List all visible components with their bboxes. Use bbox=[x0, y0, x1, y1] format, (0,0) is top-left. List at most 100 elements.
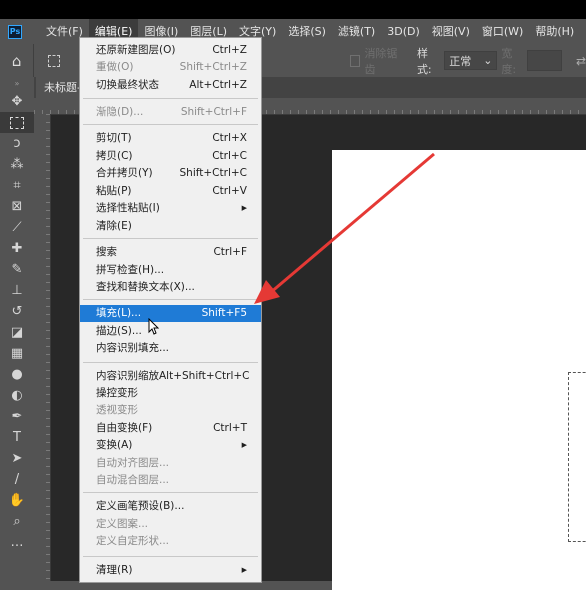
hand-tool-icon[interactable]: ✋ bbox=[0, 490, 34, 511]
menu-item-label: 自动对齐图层... bbox=[96, 457, 170, 469]
submenu-arrow-icon: ▶ bbox=[241, 204, 247, 212]
menu-item-label: 内容识别填充... bbox=[96, 342, 170, 354]
photoshop-logo-icon: Ps bbox=[8, 24, 22, 39]
menu-item-purge[interactable]: 清理(R) ▶ bbox=[80, 562, 261, 579]
gradient-tool-icon[interactable]: ▦ bbox=[0, 343, 34, 364]
menu-item-shortcut: Ctrl+Z bbox=[212, 44, 247, 56]
blur-tool-icon[interactable]: ● bbox=[0, 364, 34, 385]
menu-item-shortcut: Shift+Ctrl+C bbox=[179, 167, 247, 179]
menu-item-undo[interactable]: 还原新建图层(O) Ctrl+Z bbox=[80, 42, 261, 59]
menu-item-clear[interactable]: 清除(E) bbox=[80, 218, 261, 235]
style-select[interactable]: 正常 ⌄ bbox=[444, 51, 498, 70]
menu-item-content-aware-scale[interactable]: 内容识别缩放 Alt+Shift+Ctrl+C bbox=[80, 368, 261, 385]
menu-item-copy[interactable]: 拷贝(C) Ctrl+C bbox=[80, 148, 261, 165]
history-brush-tool-icon[interactable]: ↺ bbox=[0, 301, 34, 322]
panel-collapse-icon[interactable]: » bbox=[0, 77, 34, 91]
document-canvas[interactable] bbox=[332, 150, 586, 590]
menu-item-puppet-warp[interactable]: 操控变形 bbox=[80, 385, 261, 402]
menu-item-free-transform[interactable]: 自由变换(F) Ctrl+T bbox=[80, 420, 261, 437]
width-input[interactable] bbox=[526, 50, 562, 71]
menu-help[interactable]: 帮助(H) bbox=[529, 19, 580, 44]
menu-item-copy-merged[interactable]: 合并拷贝(Y) Shift+Ctrl+C bbox=[80, 165, 261, 182]
frame-tool-icon[interactable]: ⊠ bbox=[0, 196, 34, 217]
menu-item-cut[interactable]: 剪切(T) Ctrl+X bbox=[80, 130, 261, 147]
menu-item-label: 渐隐(D)... bbox=[96, 106, 144, 118]
menu-item-find-replace[interactable]: 查找和替换文本(X)... bbox=[80, 279, 261, 296]
menu-item-stroke[interactable]: 描边(S)... bbox=[80, 323, 261, 340]
menu-item-toggle-last-state[interactable]: 切换最终状态 Alt+Ctrl+Z bbox=[80, 77, 261, 94]
path-selection-tool-icon[interactable]: ➤ bbox=[0, 448, 34, 469]
brush-tool-icon[interactable]: ✎ bbox=[0, 259, 34, 280]
menu-select[interactable]: 选择(S) bbox=[282, 19, 332, 44]
menu-separator bbox=[83, 238, 258, 239]
menu-item-label: 自动混合图层... bbox=[96, 474, 170, 486]
menu-view[interactable]: 视图(V) bbox=[426, 19, 476, 44]
menu-item-label: 定义画笔预设(B)... bbox=[96, 500, 185, 512]
type-tool-icon[interactable]: T bbox=[0, 427, 34, 448]
menu-item-label: 切换最终状态 bbox=[96, 79, 159, 91]
pen-tool-icon[interactable]: ✒ bbox=[0, 406, 34, 427]
menu-item-paste-special[interactable]: 选择性粘贴(I) ▶ bbox=[80, 200, 261, 217]
menu-item-label: 定义图案... bbox=[96, 518, 149, 530]
menu-item-shortcut: Shift+F5 bbox=[201, 307, 247, 319]
style-label: 样式: bbox=[416, 46, 432, 76]
submenu-arrow-icon: ▶ bbox=[241, 566, 247, 574]
menu-item-shortcut: Ctrl+C bbox=[212, 150, 247, 162]
lasso-tool-icon[interactable]: ↄ bbox=[0, 133, 34, 154]
zoom-tool-icon[interactable]: ⌕ bbox=[0, 511, 34, 532]
swap-dimensions-icon[interactable]: ⇄ bbox=[576, 54, 586, 68]
menu-item-label: 自由变换(F) bbox=[96, 422, 153, 434]
menu-separator bbox=[83, 556, 258, 557]
tools-panel: » ✥ ↄ ⁂ ⌗ ⊠ ⟋ ✚ ✎ ⊥ ↺ ◪ ▦ ● ◐ ✒ T ➤ / ✋ … bbox=[0, 77, 35, 581]
width-label: 宽度: bbox=[501, 46, 517, 76]
menu-item-define-brush-preset[interactable]: 定义画笔预设(B)... bbox=[80, 498, 261, 515]
edit-menu-dropdown: 还原新建图层(O) Ctrl+Z 重做(O) Shift+Ctrl+Z 切换最终状态 Al… bbox=[79, 37, 262, 583]
menu-separator bbox=[83, 98, 258, 99]
line-tool-icon[interactable]: / bbox=[0, 469, 34, 490]
menu-item-auto-align-layers: 自动对齐图层... bbox=[80, 455, 261, 472]
menu-item-shortcut: Alt+Shift+Ctrl+C bbox=[159, 370, 250, 382]
healing-brush-tool-icon[interactable]: ✚ bbox=[0, 238, 34, 259]
menu-item-label: 粘贴(P) bbox=[96, 185, 132, 197]
menu-item-shortcut: Ctrl+F bbox=[213, 246, 247, 258]
menu-item-label: 重做(O) bbox=[96, 61, 134, 73]
menu-item-label: 透视变形 bbox=[96, 404, 138, 416]
dodge-tool-icon[interactable]: ◐ bbox=[0, 385, 34, 406]
crop-tool-icon[interactable]: ⌗ bbox=[0, 175, 34, 196]
submenu-arrow-icon: ▶ bbox=[241, 441, 247, 449]
menu-item-spell-check[interactable]: 拼写检查(H)... bbox=[80, 262, 261, 279]
menu-item-content-aware-fill[interactable]: 内容识别填充... bbox=[80, 340, 261, 357]
home-icon: ⌂ bbox=[11, 51, 22, 70]
clone-stamp-tool-icon[interactable]: ⊥ bbox=[0, 280, 34, 301]
menu-item-label: 拼写检查(H)... bbox=[96, 264, 165, 276]
menu-item-label: 选择性粘贴(I) bbox=[96, 202, 160, 214]
menu-filter[interactable]: 滤镜(T) bbox=[332, 19, 381, 44]
menu-item-fill[interactable]: 填充(L)... Shift+F5 bbox=[80, 305, 261, 322]
rect-marquee-tool-icon[interactable] bbox=[0, 112, 34, 133]
eyedropper-tool-icon[interactable]: ⟋ bbox=[0, 217, 34, 238]
menu-item-label: 描边(S)... bbox=[96, 325, 142, 337]
menu-item-label: 查找和替换文本(X)... bbox=[96, 281, 195, 293]
move-tool-icon[interactable]: ✥ bbox=[0, 91, 34, 112]
menu-3d[interactable]: 3D(D) bbox=[381, 19, 426, 44]
menu-item-define-custom-shape: 定义自定形状... bbox=[80, 533, 261, 550]
menu-item-paste[interactable]: 粘贴(P) Ctrl+V bbox=[80, 183, 261, 200]
home-button[interactable]: ⌂ bbox=[0, 44, 35, 77]
menu-item-search[interactable]: 搜索 Ctrl+F bbox=[80, 244, 261, 261]
menu-item-label: 清理(R) bbox=[96, 564, 133, 576]
menu-separator bbox=[83, 124, 258, 125]
antialias-checkbox[interactable] bbox=[350, 54, 361, 67]
menu-item-shortcut: Shift+Ctrl+Z bbox=[179, 61, 247, 73]
magic-wand-tool-icon[interactable]: ⁂ bbox=[0, 154, 34, 175]
menu-item-label: 变换(A) bbox=[96, 439, 133, 451]
rect-marquee-preset-icon[interactable] bbox=[48, 54, 61, 67]
eraser-tool-icon[interactable]: ◪ bbox=[0, 322, 34, 343]
menu-item-label: 内容识别缩放 bbox=[96, 370, 159, 382]
menu-item-transform[interactable]: 变换(A) ▶ bbox=[80, 437, 261, 454]
menu-window[interactable]: 窗口(W) bbox=[476, 19, 529, 44]
selection-marquee bbox=[568, 372, 586, 542]
more-tools-icon[interactable]: … bbox=[0, 532, 34, 553]
window-title-strip bbox=[0, 0, 586, 19]
menu-item-label: 还原新建图层(O) bbox=[96, 44, 176, 56]
menu-separator bbox=[83, 492, 258, 493]
